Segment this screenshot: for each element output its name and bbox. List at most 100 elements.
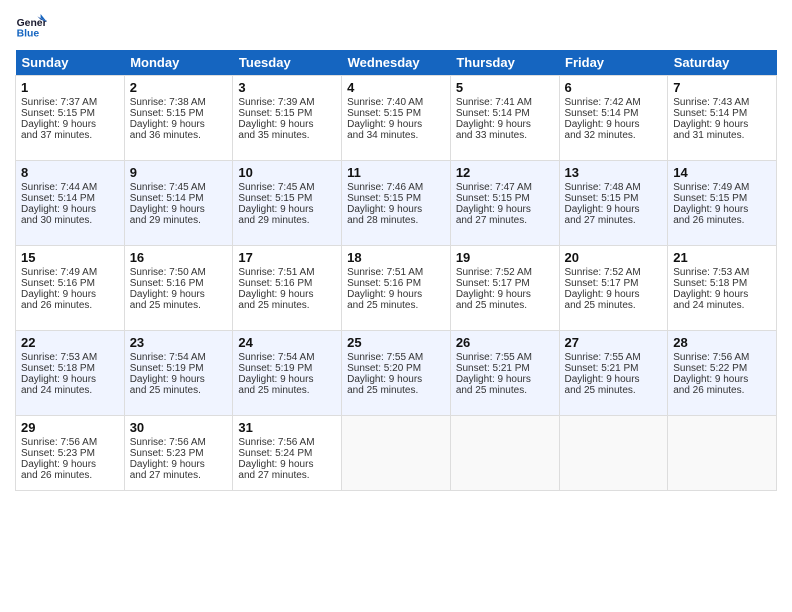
cell-w0-d6: 7Sunrise: 7:43 AMSunset: 5:14 PMDaylight… [668, 76, 777, 161]
cell-line: and 27 minutes. [238, 470, 336, 481]
col-header-thursday: Thursday [450, 50, 559, 76]
cell-line: and 26 minutes. [673, 215, 771, 226]
cell-line: Daylight: 9 hours [456, 374, 554, 385]
cell-w3-d4: 26Sunrise: 7:55 AMSunset: 5:21 PMDayligh… [450, 331, 559, 416]
day-number: 30 [130, 420, 228, 435]
day-number: 2 [130, 80, 228, 95]
day-number: 20 [565, 250, 663, 265]
cell-line: Daylight: 9 hours [565, 289, 663, 300]
cell-line: Sunrise: 7:42 AM [565, 97, 663, 108]
cell-line: Sunrise: 7:52 AM [456, 267, 554, 278]
cell-w2-d5: 20Sunrise: 7:52 AMSunset: 5:17 PMDayligh… [559, 246, 668, 331]
cell-line: and 25 minutes. [238, 300, 336, 311]
cell-line: Sunrise: 7:50 AM [130, 267, 228, 278]
cell-line: Sunrise: 7:55 AM [456, 352, 554, 363]
cell-line: Sunrise: 7:56 AM [21, 437, 119, 448]
cell-line: Daylight: 9 hours [565, 374, 663, 385]
cell-w3-d6: 28Sunrise: 7:56 AMSunset: 5:22 PMDayligh… [668, 331, 777, 416]
cell-line: Daylight: 9 hours [347, 289, 445, 300]
cell-line: and 25 minutes. [130, 300, 228, 311]
day-number: 8 [21, 165, 119, 180]
col-header-monday: Monday [124, 50, 233, 76]
col-header-sunday: Sunday [16, 50, 125, 76]
cell-w4-d0: 29Sunrise: 7:56 AMSunset: 5:23 PMDayligh… [16, 416, 125, 491]
cell-line: Sunset: 5:14 PM [130, 193, 228, 204]
cell-line: Sunrise: 7:54 AM [130, 352, 228, 363]
cell-line: Daylight: 9 hours [347, 204, 445, 215]
cell-line: Sunset: 5:15 PM [238, 193, 336, 204]
cell-line: Sunset: 5:16 PM [130, 278, 228, 289]
cell-line: Sunrise: 7:55 AM [347, 352, 445, 363]
cell-line: Daylight: 9 hours [130, 204, 228, 215]
day-number: 29 [21, 420, 119, 435]
svg-text:Blue: Blue [17, 28, 40, 39]
cell-line: and 27 minutes. [130, 470, 228, 481]
day-number: 24 [238, 335, 336, 350]
day-number: 9 [130, 165, 228, 180]
cell-line: and 29 minutes. [238, 215, 336, 226]
day-number: 16 [130, 250, 228, 265]
cell-line: Sunset: 5:19 PM [238, 363, 336, 374]
day-number: 7 [673, 80, 771, 95]
cell-line: Sunset: 5:15 PM [238, 108, 336, 119]
cell-line: Daylight: 9 hours [673, 289, 771, 300]
cell-line: Daylight: 9 hours [130, 119, 228, 130]
day-number: 11 [347, 165, 445, 180]
cell-line: Sunrise: 7:54 AM [238, 352, 336, 363]
cell-line: and 25 minutes. [347, 385, 445, 396]
day-number: 26 [456, 335, 554, 350]
cell-w4-d1: 30Sunrise: 7:56 AMSunset: 5:23 PMDayligh… [124, 416, 233, 491]
cell-line: Sunrise: 7:47 AM [456, 182, 554, 193]
cell-line: Sunrise: 7:49 AM [21, 267, 119, 278]
cell-w2-d4: 19Sunrise: 7:52 AMSunset: 5:17 PMDayligh… [450, 246, 559, 331]
cell-line: Daylight: 9 hours [130, 374, 228, 385]
day-number: 12 [456, 165, 554, 180]
header: General Blue [15, 10, 777, 42]
cell-line: Daylight: 9 hours [673, 204, 771, 215]
cell-line: Sunrise: 7:51 AM [347, 267, 445, 278]
cell-line: and 24 minutes. [21, 385, 119, 396]
cell-w3-d3: 25Sunrise: 7:55 AMSunset: 5:20 PMDayligh… [342, 331, 451, 416]
cell-line: Sunset: 5:16 PM [347, 278, 445, 289]
cell-line: Sunrise: 7:56 AM [673, 352, 771, 363]
day-number: 10 [238, 165, 336, 180]
cell-w4-d3 [342, 416, 451, 491]
cell-w2-d6: 21Sunrise: 7:53 AMSunset: 5:18 PMDayligh… [668, 246, 777, 331]
day-number: 27 [565, 335, 663, 350]
cell-line: Sunrise: 7:56 AM [130, 437, 228, 448]
main-container: General Blue SundayMondayTuesdayWednesda… [0, 0, 792, 501]
cell-line: Sunset: 5:14 PM [21, 193, 119, 204]
cell-line: Daylight: 9 hours [21, 289, 119, 300]
cell-line: Sunset: 5:16 PM [21, 278, 119, 289]
cell-line: Sunrise: 7:55 AM [565, 352, 663, 363]
logo: General Blue [15, 10, 51, 42]
day-number: 13 [565, 165, 663, 180]
cell-line: Daylight: 9 hours [238, 289, 336, 300]
cell-line: Sunrise: 7:52 AM [565, 267, 663, 278]
cell-w0-d0: 1Sunrise: 7:37 AMSunset: 5:15 PMDaylight… [16, 76, 125, 161]
day-number: 17 [238, 250, 336, 265]
cell-line: Sunset: 5:15 PM [21, 108, 119, 119]
cell-line: Daylight: 9 hours [238, 459, 336, 470]
cell-line: Sunset: 5:20 PM [347, 363, 445, 374]
cell-line: Daylight: 9 hours [673, 374, 771, 385]
day-number: 21 [673, 250, 771, 265]
day-number: 3 [238, 80, 336, 95]
cell-line: Sunrise: 7:53 AM [21, 352, 119, 363]
cell-line: Sunset: 5:15 PM [673, 193, 771, 204]
cell-line: and 25 minutes. [130, 385, 228, 396]
cell-line: Daylight: 9 hours [238, 374, 336, 385]
cell-w3-d5: 27Sunrise: 7:55 AMSunset: 5:21 PMDayligh… [559, 331, 668, 416]
cell-line: Sunrise: 7:39 AM [238, 97, 336, 108]
day-number: 31 [238, 420, 336, 435]
day-number: 6 [565, 80, 663, 95]
cell-line: Sunrise: 7:43 AM [673, 97, 771, 108]
cell-w2-d3: 18Sunrise: 7:51 AMSunset: 5:16 PMDayligh… [342, 246, 451, 331]
cell-line: Sunset: 5:14 PM [673, 108, 771, 119]
day-number: 14 [673, 165, 771, 180]
cell-line: Daylight: 9 hours [456, 289, 554, 300]
cell-line: Sunset: 5:17 PM [456, 278, 554, 289]
cell-line: and 32 minutes. [565, 130, 663, 141]
cell-line: Sunrise: 7:37 AM [21, 97, 119, 108]
cell-line: and 26 minutes. [673, 385, 771, 396]
